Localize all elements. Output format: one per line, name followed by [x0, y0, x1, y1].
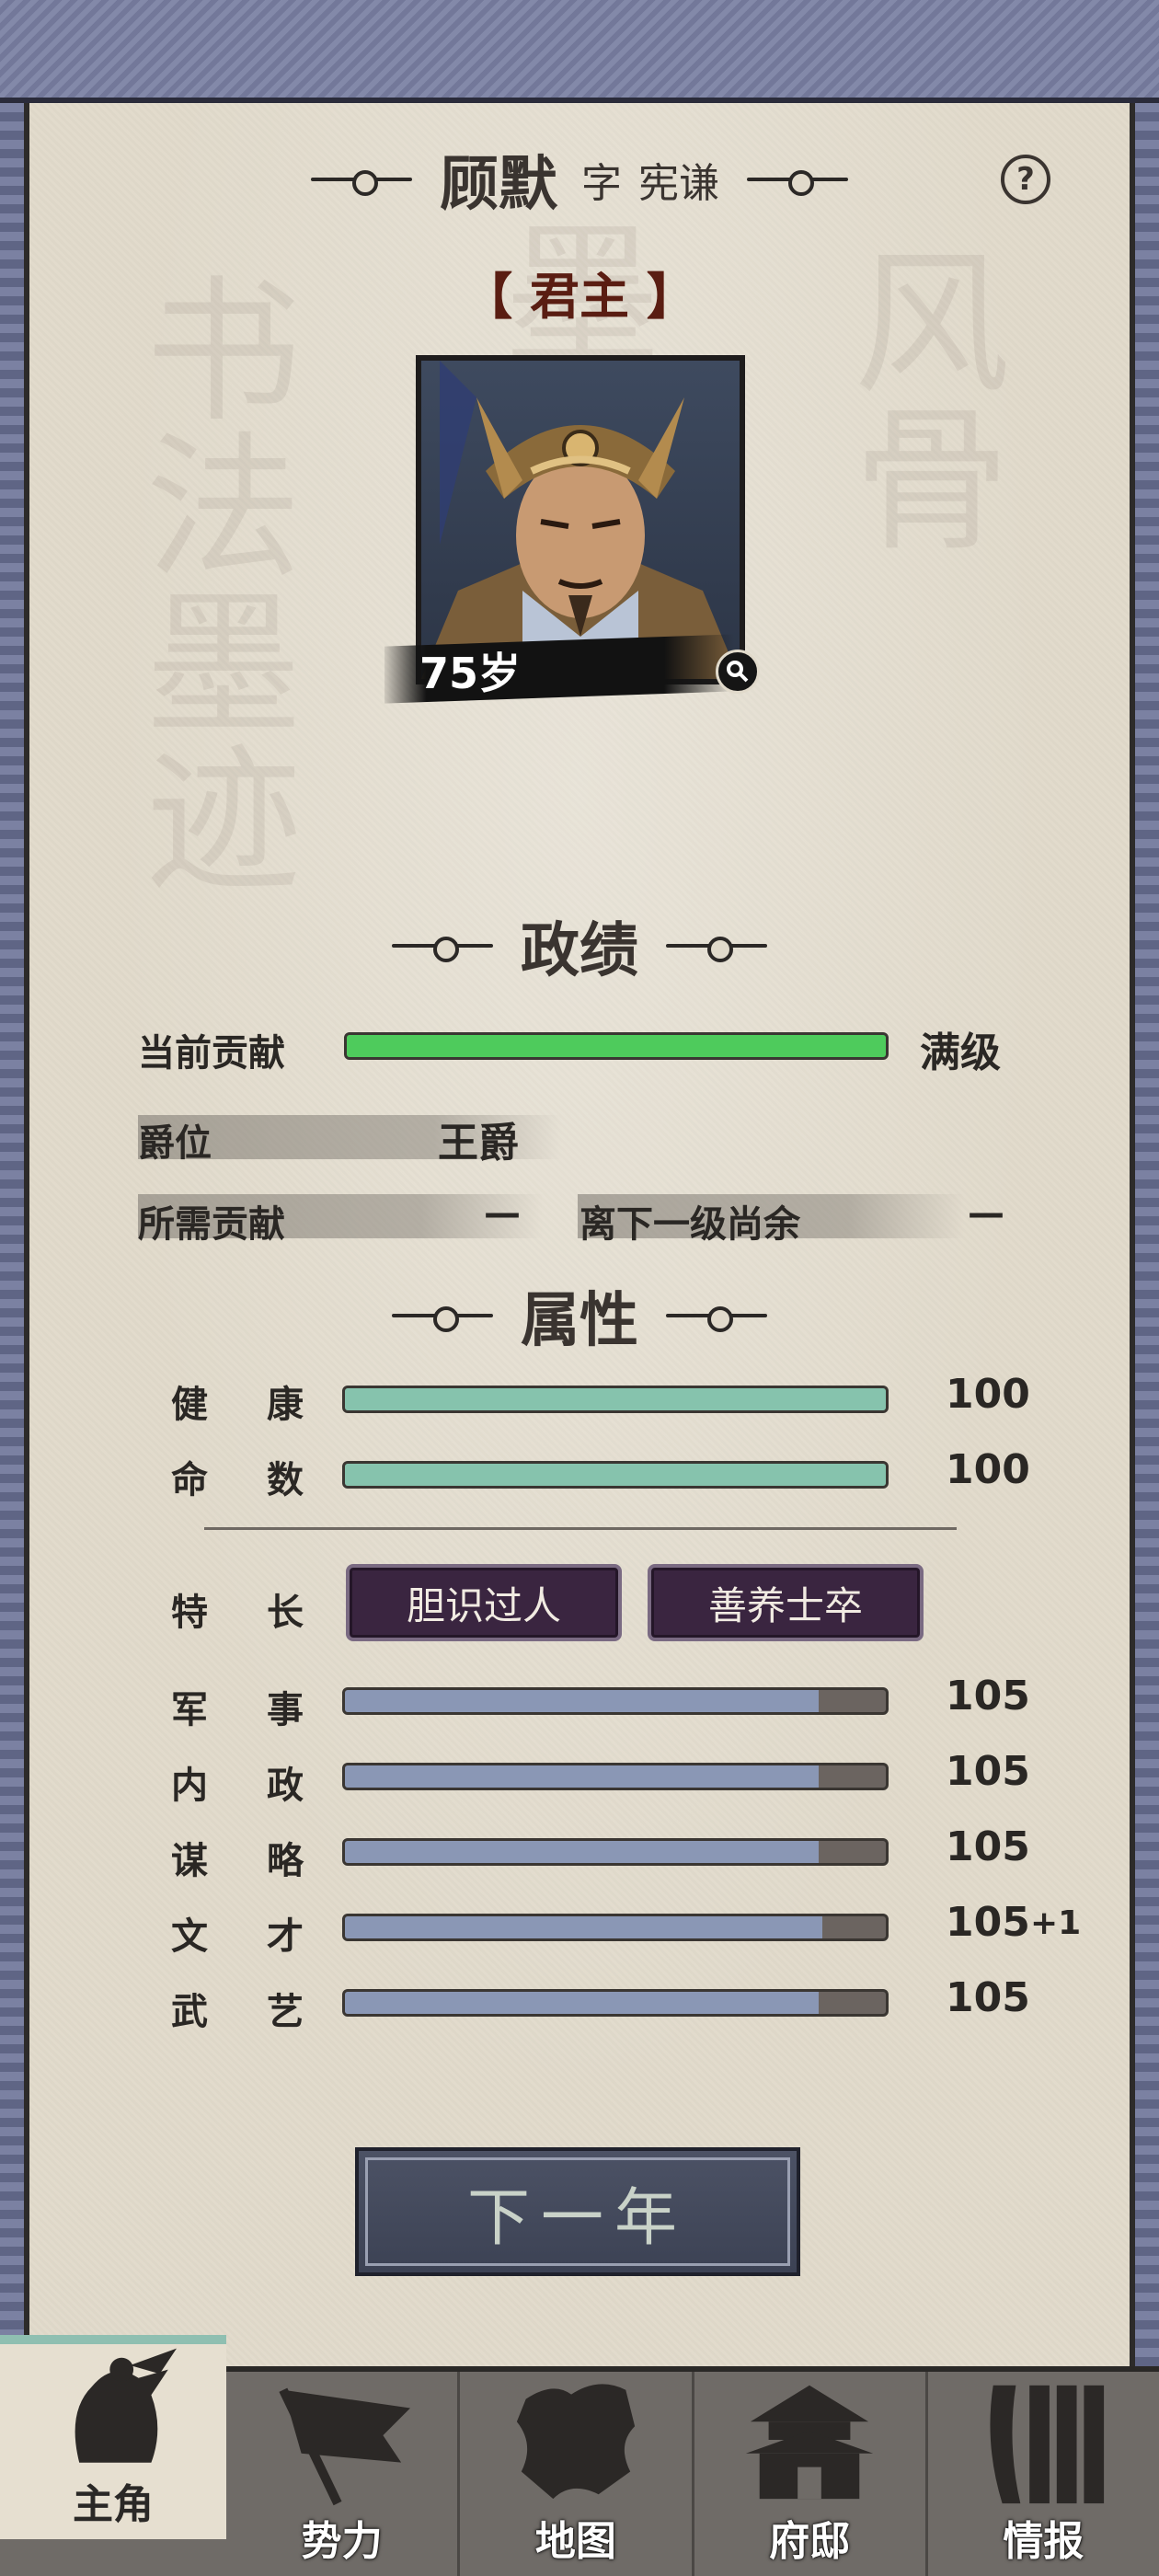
- nav-item-mansion[interactable]: 府邸: [694, 2372, 928, 2576]
- character-age: 75岁: [419, 649, 522, 698]
- stat-label: 文才: [171, 1915, 362, 1958]
- stat-value: 105: [946, 1748, 1030, 1795]
- stat-label: 武艺: [171, 1991, 362, 2033]
- ornament-right: [666, 1305, 767, 1332]
- nav-label: 府邸: [769, 2518, 851, 2565]
- top-decorative-band: [0, 0, 1159, 103]
- remaining-contribution-label: 离下一级尚余: [580, 1203, 800, 1246]
- magnifier-icon: [727, 661, 749, 683]
- nav-item-map[interactable]: 地图: [460, 2372, 694, 2576]
- stat-bar: [342, 1989, 889, 2017]
- scroll-icon: [990, 2385, 1105, 2504]
- hero-icon: [75, 2348, 177, 2463]
- nav-item-faction[interactable]: 势力: [226, 2372, 461, 2576]
- stat-bonus: +1: [1030, 1904, 1082, 1942]
- background-calligraphy: 书法墨迹: [118, 269, 300, 894]
- courtesy-label: 字: [581, 160, 622, 207]
- contribution-bar-fill: [347, 1035, 886, 1057]
- specialty-tag[interactable]: 善养士卒: [648, 1564, 924, 1641]
- right-border: [1135, 103, 1159, 2366]
- current-contribution-value: 满级: [920, 1029, 1001, 1076]
- fate-bar: [342, 1461, 889, 1489]
- attributes-title: 属性: [521, 1286, 638, 1355]
- warrior-portrait-icon: [421, 361, 740, 679]
- fate-value: 100: [946, 1446, 1030, 1493]
- fate-bar-fill: [345, 1464, 886, 1486]
- flag-icon: [279, 2387, 410, 2506]
- attributes-divider: [204, 1527, 957, 1530]
- mansion-icon: [746, 2385, 874, 2500]
- nav-label: 情报: [1003, 2518, 1084, 2565]
- health-value: 100: [946, 1371, 1030, 1418]
- stat-bar-fill: [345, 1690, 819, 1712]
- ornament-left: [311, 168, 412, 196]
- next-year-button[interactable]: 下一年: [355, 2147, 800, 2276]
- stat-bar-fill: [345, 1841, 819, 1863]
- health-bar-fill: [345, 1388, 886, 1410]
- nav-item-hero[interactable]: 主角: [0, 2335, 226, 2539]
- stat-bar: [342, 1687, 889, 1715]
- stat-bar-fill: [345, 1916, 822, 1938]
- stat-bar-fill: [345, 1765, 819, 1788]
- character-name: 顾默: [440, 150, 557, 219]
- current-contribution-label: 当前贡献: [138, 1032, 285, 1075]
- zoom-icon[interactable]: [716, 650, 760, 694]
- stat-label: 谋略: [171, 1840, 362, 1882]
- bottom-nav: 主角 势力 地图 府邸 情报: [0, 2335, 1159, 2576]
- achievements-heading: 政绩: [0, 909, 1159, 985]
- help-glyph: ?: [1016, 161, 1035, 198]
- stat-label: 军事: [171, 1689, 362, 1731]
- rank-label: 爵位: [138, 1122, 212, 1165]
- stat-value: 105: [946, 1673, 1030, 1719]
- stat-value: 105: [946, 1899, 1030, 1946]
- required-contribution-value: —: [484, 1192, 521, 1235]
- help-icon[interactable]: ?: [1001, 155, 1050, 204]
- character-header: 顾默 字 宪谦: [0, 138, 1159, 221]
- stat-bar: [342, 1914, 889, 1941]
- attributes-heading: 属性: [0, 1279, 1159, 1355]
- required-contribution-label: 所需贡献: [138, 1203, 285, 1246]
- ornament-left: [392, 1305, 493, 1332]
- left-border: [0, 103, 24, 2366]
- health-bar: [342, 1386, 889, 1413]
- fate-label: 命数: [171, 1459, 362, 1501]
- specialty-label: 特长: [171, 1592, 362, 1634]
- role-title: 【 君主 】: [463, 267, 696, 326]
- map-icon: [516, 2384, 636, 2500]
- ornament-right: [666, 935, 767, 962]
- health-label: 健康: [171, 1384, 362, 1426]
- stat-value: 105: [946, 1823, 1030, 1870]
- courtesy-name: 宪谦: [638, 160, 719, 207]
- rank-value: 王爵: [438, 1120, 519, 1167]
- stat-bar: [342, 1838, 889, 1866]
- achievements-title: 政绩: [521, 916, 638, 985]
- contribution-bar: [344, 1032, 889, 1060]
- nav-label: 势力: [301, 2518, 383, 2565]
- stat-bar-fill: [345, 1992, 819, 2014]
- ornament-right: [747, 168, 848, 196]
- nav-label: 主角: [73, 2481, 154, 2528]
- remaining-contribution-value: —: [968, 1192, 1004, 1235]
- stat-value: 105: [946, 1974, 1030, 2021]
- specialty-tag[interactable]: 胆识过人: [346, 1564, 622, 1641]
- ornament-left: [392, 935, 493, 962]
- stat-label: 内政: [171, 1765, 362, 1807]
- stat-bar: [342, 1763, 889, 1790]
- nav-item-intel[interactable]: 情报: [928, 2372, 1159, 2576]
- nav-label: 地图: [534, 2518, 616, 2565]
